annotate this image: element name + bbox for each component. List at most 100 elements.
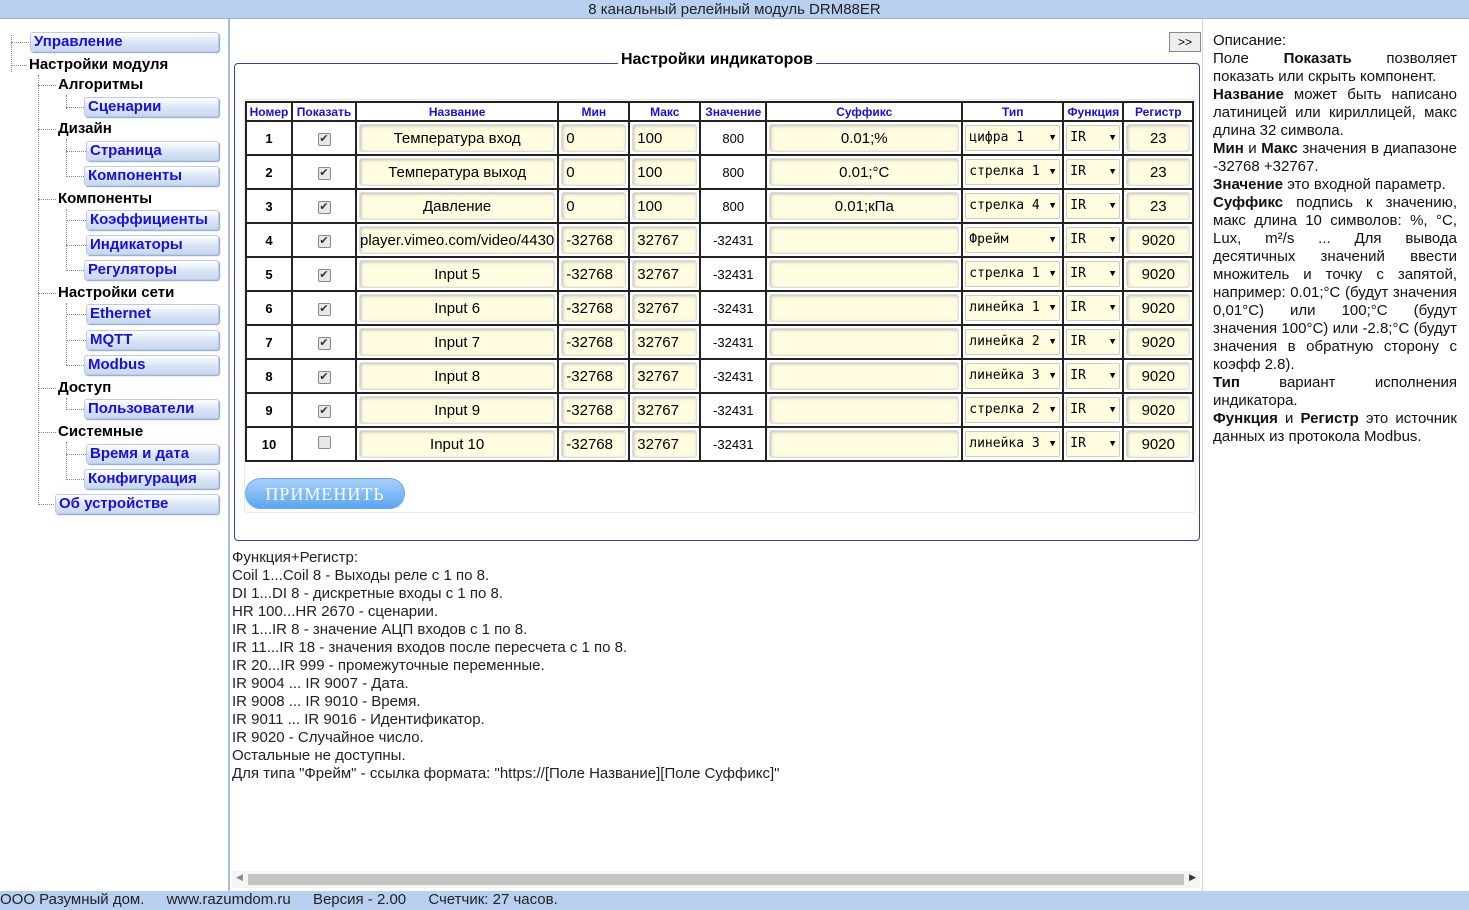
- name-input[interactable]: Input 5: [359, 260, 556, 288]
- type-select[interactable]: Фрейм ▼: [965, 227, 1061, 253]
- name-input[interactable]: Input 6: [359, 294, 556, 322]
- max-input[interactable]: 100: [632, 192, 698, 220]
- min-input[interactable]: 0: [561, 124, 627, 152]
- show-checkbox[interactable]: ✔: [317, 371, 331, 384]
- suffix-input[interactable]: [769, 396, 960, 424]
- type-select[interactable]: линейка 2 ▼: [965, 329, 1061, 355]
- nav-coefficients[interactable]: Коэффициенты: [86, 210, 219, 230]
- nav-datetime[interactable]: Время и дата: [86, 444, 219, 464]
- function-select[interactable]: IR ▼: [1066, 193, 1121, 219]
- show-checkbox[interactable]: ✔: [317, 201, 331, 214]
- type-select[interactable]: стрелка 2 ▼: [965, 397, 1061, 423]
- register-input[interactable]: 9020: [1126, 260, 1191, 288]
- nav-about-device[interactable]: Об устройстве: [55, 494, 219, 514]
- nav-control[interactable]: Управление: [30, 32, 219, 52]
- type-select[interactable]: линейка 3 ▼: [965, 431, 1061, 457]
- name-input[interactable]: Температура вход: [359, 124, 556, 152]
- register-input[interactable]: 9020: [1126, 226, 1191, 254]
- suffix-input[interactable]: [769, 294, 960, 322]
- min-input[interactable]: -32768: [561, 430, 627, 458]
- suffix-input[interactable]: [769, 430, 960, 458]
- function-select[interactable]: IR ▼: [1066, 261, 1121, 287]
- function-select[interactable]: IR ▼: [1066, 329, 1121, 355]
- name-input[interactable]: Input 9: [359, 396, 556, 424]
- register-input[interactable]: 23: [1126, 158, 1191, 186]
- scroll-right-icon[interactable]: ▶: [1189, 872, 1196, 883]
- show-checkbox[interactable]: ✔: [317, 167, 331, 180]
- show-checkbox[interactable]: ✔: [317, 235, 331, 248]
- nav-mqtt[interactable]: MQTT: [86, 330, 219, 350]
- scrollbar-thumb[interactable]: [248, 874, 1184, 885]
- suffix-input[interactable]: [769, 328, 960, 356]
- max-input[interactable]: 32767: [632, 328, 698, 356]
- apply-button[interactable]: ПРИМЕНИТЬ: [245, 478, 405, 509]
- min-input[interactable]: -32768: [561, 294, 627, 322]
- min-input[interactable]: -32768: [561, 396, 627, 424]
- function-select[interactable]: IR ▼: [1066, 295, 1121, 321]
- min-input[interactable]: -32768: [561, 328, 627, 356]
- name-input[interactable]: Input 10: [359, 430, 556, 458]
- min-input[interactable]: 0: [561, 158, 627, 186]
- register-input[interactable]: 9020: [1126, 362, 1191, 390]
- nav-regulators[interactable]: Регуляторы: [84, 260, 219, 280]
- name-input[interactable]: Input 7: [359, 328, 556, 356]
- nav-users[interactable]: Пользователи: [84, 399, 219, 419]
- suffix-input[interactable]: 0.01;°C: [769, 158, 960, 186]
- suffix-input[interactable]: 0.01;кПа: [769, 192, 960, 220]
- register-input[interactable]: 9020: [1126, 396, 1191, 424]
- nav-ethernet[interactable]: Ethernet: [86, 304, 219, 324]
- type-select[interactable]: линейка 3 ▼: [965, 363, 1061, 389]
- show-checkbox[interactable]: ✔: [317, 337, 331, 350]
- suffix-input[interactable]: [769, 362, 960, 390]
- nav-configuration[interactable]: Конфигурация: [84, 469, 219, 489]
- function-select[interactable]: IR ▼: [1066, 227, 1121, 253]
- nav-scenarios[interactable]: Сценарии: [84, 97, 219, 117]
- show-checkbox[interactable]: ✔: [317, 405, 331, 418]
- register-input[interactable]: 9020: [1126, 328, 1191, 356]
- nav-indicators[interactable]: Индикаторы: [86, 235, 219, 255]
- show-checkbox[interactable]: ✔: [317, 303, 331, 316]
- footer-site-link[interactable]: www.razumdom.ru: [167, 891, 291, 908]
- show-checkbox[interactable]: ✔: [317, 269, 331, 282]
- name-input[interactable]: Давление: [359, 192, 556, 220]
- register-input[interactable]: 23: [1126, 124, 1191, 152]
- function-select[interactable]: IR ▼: [1066, 431, 1121, 457]
- suffix-input[interactable]: 0.01;%: [769, 124, 960, 152]
- max-input[interactable]: 100: [632, 124, 698, 152]
- register-input[interactable]: 23: [1126, 192, 1191, 220]
- type-select[interactable]: стрелка 4 ▼: [965, 193, 1061, 219]
- type-select[interactable]: линейка 1 ▼: [965, 295, 1061, 321]
- function-select[interactable]: IR ▼: [1066, 125, 1121, 151]
- show-checkbox[interactable]: [317, 436, 331, 449]
- min-input[interactable]: 0: [561, 192, 627, 220]
- type-select[interactable]: стрелка 1 ▼: [965, 261, 1061, 287]
- show-checkbox[interactable]: ✔: [317, 133, 331, 146]
- scroll-left-icon[interactable]: ◀: [236, 872, 243, 883]
- max-input[interactable]: 32767: [632, 396, 698, 424]
- suffix-input[interactable]: [769, 260, 960, 288]
- name-input[interactable]: player.vimeo.com/video/4430: [359, 226, 556, 254]
- register-input[interactable]: 9020: [1126, 294, 1191, 322]
- function-select[interactable]: IR ▼: [1066, 363, 1121, 389]
- max-input[interactable]: 32767: [632, 226, 698, 254]
- toggle-description-button[interactable]: >>: [1169, 32, 1201, 52]
- name-input[interactable]: Input 8: [359, 362, 556, 390]
- nav-page[interactable]: Страница: [86, 141, 219, 161]
- suffix-input[interactable]: [769, 226, 960, 254]
- register-input[interactable]: 9020: [1126, 430, 1191, 458]
- max-input[interactable]: 100: [632, 158, 698, 186]
- function-select[interactable]: IR ▼: [1066, 159, 1121, 185]
- name-input[interactable]: Температура выход: [359, 158, 556, 186]
- type-select[interactable]: цифра 1 ▼: [965, 125, 1061, 151]
- max-input[interactable]: 32767: [632, 294, 698, 322]
- nav-design-components[interactable]: Компоненты: [84, 166, 219, 186]
- nav-modbus[interactable]: Modbus: [84, 355, 219, 375]
- min-input[interactable]: -32768: [561, 260, 627, 288]
- horizontal-scrollbar[interactable]: ◀ ▶: [232, 871, 1200, 888]
- function-select[interactable]: IR ▼: [1066, 397, 1121, 423]
- max-input[interactable]: 32767: [632, 260, 698, 288]
- max-input[interactable]: 32767: [632, 362, 698, 390]
- type-select[interactable]: стрелка 1 ▼: [965, 159, 1061, 185]
- min-input[interactable]: -32768: [561, 226, 627, 254]
- min-input[interactable]: -32768: [561, 362, 627, 390]
